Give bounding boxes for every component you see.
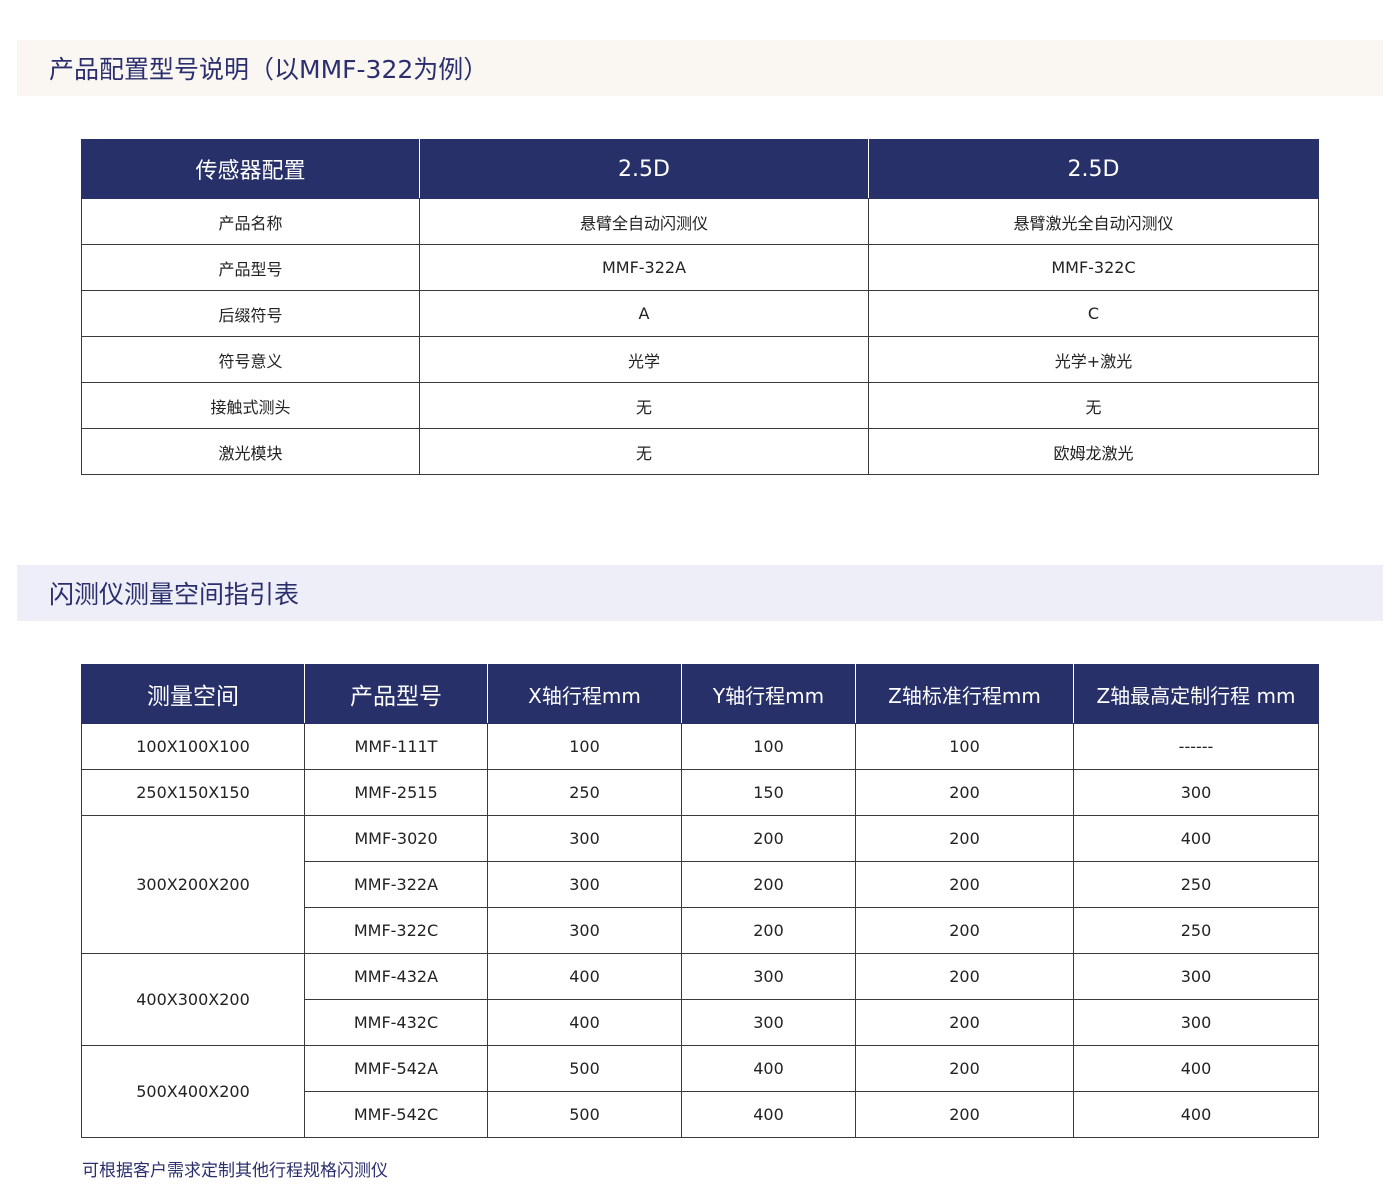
table-cell: 200 — [855, 1045, 1074, 1092]
table-cell: MMF-111T — [304, 723, 488, 770]
measure-space-cell: 400X300X200 — [81, 953, 305, 1046]
footnote: 可根据客户需求定制其他行程规格闪测仪 — [82, 1161, 388, 1181]
table-cell: 400 — [681, 1091, 856, 1138]
table-cell: MMF-3020 — [304, 815, 488, 862]
table-cell: 光学+激光 — [868, 336, 1319, 383]
table-cell: 200 — [855, 1091, 1074, 1138]
header-cell: 测量空间 — [81, 664, 305, 724]
table-cell: 400 — [681, 1045, 856, 1092]
table-cell: 200 — [855, 815, 1074, 862]
table-cell: 200 — [681, 815, 856, 862]
table-cell: 150 — [681, 769, 856, 816]
table-cell: 250 — [487, 769, 682, 816]
header-cell: 2.5D — [868, 139, 1319, 199]
table-cell: 300 — [487, 907, 682, 954]
table-cell: 无 — [868, 382, 1319, 429]
section-title-space: 闪测仪测量空间指引表 — [49, 580, 300, 609]
table-cell: 200 — [855, 769, 1074, 816]
table-cell: 250 — [1073, 861, 1319, 908]
table-cell: 符号意义 — [81, 336, 420, 383]
config-table: 传感器配置 2.5D 2.5D 产品名称 悬臂全自动闪测仪 悬臂激光全自动闪测仪 产品… — [81, 139, 1319, 475]
table-cell: C — [868, 290, 1319, 337]
table-cell: MMF-322A — [304, 861, 488, 908]
table-cell: MMF-432A — [304, 953, 488, 1000]
table-header-row: 测量空间 产品型号 X轴行程mm Y轴行程mm Z轴标准行程mm Z轴最高定制行… — [81, 664, 1319, 724]
measure-space-cell: 100X100X100 — [81, 723, 305, 770]
table-cell: 欧姆龙激光 — [868, 428, 1319, 475]
table-row: 250X150X150 MMF-2515 250 150 200 300 — [81, 769, 1319, 816]
table-cell: 激光模块 — [81, 428, 420, 475]
table-cell: 400 — [1073, 1091, 1319, 1138]
header-cell: 2.5D — [419, 139, 869, 199]
table-cell: ------ — [1073, 723, 1319, 770]
space-table: 测量空间 产品型号 X轴行程mm Y轴行程mm Z轴标准行程mm Z轴最高定制行… — [81, 664, 1319, 1138]
table-cell: MMF-322A — [419, 244, 869, 291]
section-title-config: 产品配置型号说明（以MMF-322为例） — [49, 55, 489, 84]
table-cell: 300 — [1073, 999, 1319, 1046]
table-cell: A — [419, 290, 869, 337]
table-cell: 400 — [487, 953, 682, 1000]
table-cell: 悬臂全自动闪测仪 — [419, 198, 869, 245]
table-row: 符号意义 光学 光学+激光 — [81, 336, 1319, 383]
table-cell: 产品型号 — [81, 244, 420, 291]
table-cell: 产品名称 — [81, 198, 420, 245]
table-cell: 200 — [681, 861, 856, 908]
table-cell: 100 — [487, 723, 682, 770]
table-row: 400X300X200 MMF-432A 400 300 200 300 — [81, 953, 1319, 1046]
table-cell: MMF-542C — [304, 1091, 488, 1138]
table-cell: 100 — [855, 723, 1074, 770]
table-cell: 200 — [855, 907, 1074, 954]
table-row: 100X100X100 MMF-111T 100 100 100 ------ — [81, 723, 1319, 770]
table-cell: 光学 — [419, 336, 869, 383]
table-cell: 500 — [487, 1091, 682, 1138]
table-cell: 200 — [855, 953, 1074, 1000]
table-row: 500X400X200 MMF-542A 500 400 200 400 — [81, 1045, 1319, 1138]
table-cell: 后缀符号 — [81, 290, 420, 337]
table-row: 后缀符号 A C — [81, 290, 1319, 337]
table-cell: MMF-542A — [304, 1045, 488, 1092]
measure-space-cell: 500X400X200 — [81, 1045, 305, 1138]
header-cell: Y轴行程mm — [681, 664, 856, 724]
header-cell: 传感器配置 — [81, 139, 420, 199]
table-cell: 400 — [487, 999, 682, 1046]
table-row: 接触式测头无无 — [81, 382, 1319, 429]
table-row: 产品名称 悬臂全自动闪测仪 悬臂激光全自动闪测仪 — [81, 198, 1319, 245]
header-cell: Z轴最高定制行程 mm — [1073, 664, 1319, 724]
table-cell: 无 — [419, 382, 869, 429]
table-cell: 500 — [487, 1045, 682, 1092]
table-cell: 300 — [681, 953, 856, 1000]
table-cell: 200 — [681, 907, 856, 954]
table-cell: 300 — [487, 861, 682, 908]
section-banner-space: 闪测仪测量空间指引表 — [17, 565, 1383, 621]
table-cell: 悬臂激光全自动闪测仪 — [868, 198, 1319, 245]
table-cell: 接触式测头 — [81, 382, 420, 429]
table-row: 产品型号 MMF-322A MMF-322C — [81, 244, 1319, 291]
table-cell: MMF-432C — [304, 999, 488, 1046]
table-cell: 200 — [855, 999, 1074, 1046]
table-cell: 300 — [1073, 953, 1319, 1000]
header-cell: Z轴标准行程mm — [855, 664, 1074, 724]
table-cell: 无 — [419, 428, 869, 475]
table-cell: 200 — [855, 861, 1074, 908]
table-cell: 100 — [681, 723, 856, 770]
table-cell: MMF-322C — [304, 907, 488, 954]
header-cell: 产品型号 — [304, 664, 488, 724]
table-cell: MMF-322C — [868, 244, 1319, 291]
table-row: 激光模块无欧姆龙激光 — [81, 428, 1319, 475]
header-cell: X轴行程mm — [487, 664, 682, 724]
table-cell: 300 — [1073, 769, 1319, 816]
table-cell: 400 — [1073, 1045, 1319, 1092]
section-banner-config: 产品配置型号说明（以MMF-322为例） — [17, 40, 1383, 96]
table-cell: 400 — [1073, 815, 1319, 862]
table-row: 300X200X200 MMF-3020 300 200 200 400 — [81, 815, 1319, 954]
measure-space-cell: 250X150X150 — [81, 769, 305, 816]
table-cell: 250 — [1073, 907, 1319, 954]
measure-space-cell: 300X200X200 — [81, 815, 305, 954]
table-cell: MMF-2515 — [304, 769, 488, 816]
table-header-row: 传感器配置 2.5D 2.5D — [81, 139, 1319, 199]
table-cell: 300 — [681, 999, 856, 1046]
table-cell: 300 — [487, 815, 682, 862]
